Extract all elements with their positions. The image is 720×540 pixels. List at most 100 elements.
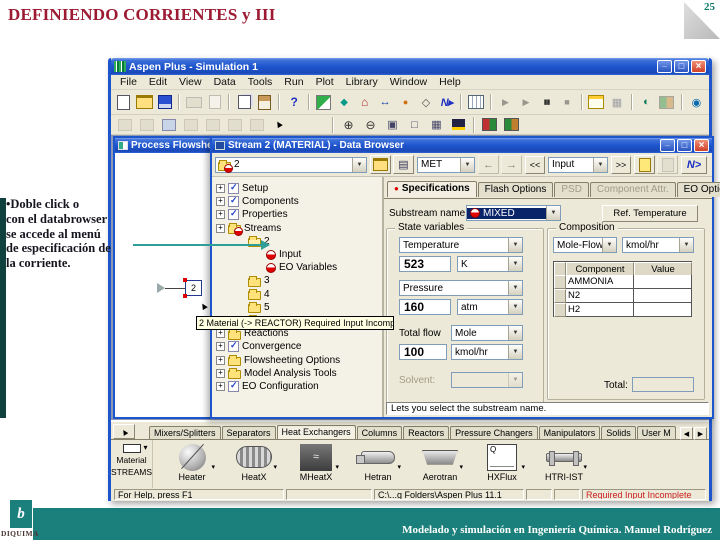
tree-item[interactable]: Components: [212, 195, 382, 208]
form-tab[interactable]: Specifications: [387, 181, 477, 197]
menu-item[interactable]: View: [173, 76, 208, 88]
pressure-combo[interactable]: Pressure: [399, 280, 523, 296]
model-icon[interactable]: ▾: [232, 442, 277, 472]
exchanger-table-icon[interactable]: [448, 115, 469, 134]
menu-item[interactable]: Window: [384, 76, 433, 88]
next-input-icon[interactable]: [437, 93, 456, 112]
chevron-down-icon[interactable]: ▾: [397, 463, 401, 471]
close-icon[interactable]: [694, 139, 709, 152]
units-combo[interactable]: MET: [417, 156, 475, 173]
maximize-icon[interactable]: [674, 60, 689, 73]
back-icon[interactable]: [478, 155, 499, 174]
temperature-unit-combo[interactable]: K: [457, 256, 523, 272]
chevron-down-icon[interactable]: [679, 238, 693, 252]
model-icon[interactable]: ▾: [294, 442, 339, 472]
chevron-down-icon[interactable]: [508, 238, 522, 252]
model-button[interactable]: ▾ Aerotran: [409, 440, 471, 488]
control-panel-icon[interactable]: [587, 93, 606, 112]
chevron-down-icon[interactable]: [352, 157, 366, 172]
separator[interactable]: [332, 116, 334, 133]
tree-item[interactable]: 5: [212, 301, 382, 314]
flow-unit-combo[interactable]: kmol/hr: [451, 344, 523, 360]
hierarchy-icon[interactable]: [202, 115, 223, 134]
stream-analysis-icon[interactable]: [334, 93, 353, 112]
total-flow-input[interactable]: 100: [399, 344, 447, 360]
pressure-input[interactable]: 160: [399, 299, 451, 315]
expand-plus-icon[interactable]: [216, 223, 225, 233]
model-button[interactable]: ▾ Hetran: [347, 440, 409, 488]
main-title-bar[interactable]: Aspen Plus - Simulation 1: [111, 58, 709, 75]
menu-item[interactable]: Edit: [143, 76, 173, 88]
save-icon[interactable]: [155, 93, 174, 112]
select-mode-button[interactable]: [113, 424, 135, 439]
zoom-out-icon[interactable]: [360, 115, 381, 134]
model-library-tab[interactable]: Pressure Changers: [450, 426, 538, 439]
form-tab[interactable]: PSD: [554, 182, 589, 197]
zoom-full-icon[interactable]: [404, 115, 425, 134]
zoom-in-icon[interactable]: [338, 115, 359, 134]
row-header-button[interactable]: [554, 275, 566, 289]
page-grid-icon[interactable]: [426, 115, 447, 134]
model-icon[interactable]: ▾: [542, 442, 587, 472]
property-analysis-icon[interactable]: [355, 93, 374, 112]
close-icon[interactable]: [691, 60, 706, 73]
join-stream-icon[interactable]: [136, 115, 157, 134]
model-button[interactable]: ▾ Heater: [161, 440, 223, 488]
separator[interactable]: [228, 94, 231, 110]
expand-plus-icon[interactable]: [216, 342, 225, 352]
minimize-icon[interactable]: [657, 60, 672, 73]
comments-icon[interactable]: [657, 155, 678, 174]
model-icon[interactable]: ▾: [418, 442, 463, 472]
temperature-input[interactable]: 523: [399, 256, 451, 272]
scroll-right-icon[interactable]: ▶: [694, 427, 707, 440]
data-browser-icon[interactable]: [466, 93, 485, 112]
scroll-left-icon[interactable]: ◀: [680, 427, 693, 440]
chevron-down-icon[interactable]: [508, 257, 522, 271]
separator[interactable]: [473, 116, 475, 133]
chevron-down-icon[interactable]: ▾: [583, 463, 587, 471]
menu-item[interactable]: Library: [340, 76, 384, 88]
reroute-stream-icon[interactable]: [158, 115, 179, 134]
model-button[interactable]: ▾ HTRI-IST: [533, 440, 595, 488]
paste-icon[interactable]: [255, 93, 274, 112]
dynamics-icon[interactable]: [657, 93, 676, 112]
chevron-down-icon[interactable]: ▾: [459, 463, 463, 471]
expand-plus-icon[interactable]: [216, 381, 225, 391]
tree-item[interactable]: Flowsheeting Options: [212, 353, 382, 367]
prev-sheet-button[interactable]: <<: [525, 155, 545, 174]
tree-item[interactable]: 4: [212, 288, 382, 301]
stream-duplicate-icon[interactable]: [375, 93, 394, 112]
expand-plus-icon[interactable]: [216, 329, 225, 339]
chevron-down-icon[interactable]: [508, 345, 522, 359]
tree-item[interactable]: 3: [212, 274, 382, 287]
model-library-tab[interactable]: User M: [636, 426, 676, 439]
expand-plus-icon[interactable]: [216, 197, 225, 207]
tree-view-icon[interactable]: [393, 155, 414, 174]
value-cell[interactable]: [634, 275, 692, 289]
expand-hierarchy-icon[interactable]: [224, 115, 245, 134]
flowsheet-section-icon[interactable]: [246, 115, 267, 134]
temperature-combo[interactable]: Temperature: [399, 237, 523, 253]
separator[interactable]: [680, 94, 683, 110]
minimize-icon[interactable]: [660, 139, 675, 152]
chevron-down-icon[interactable]: [508, 326, 522, 340]
expand-plus-icon[interactable]: [216, 355, 225, 365]
parent-folder-icon[interactable]: [370, 155, 391, 174]
model-icon[interactable]: ▾: [480, 442, 525, 472]
pressure-unit-combo[interactable]: atm: [457, 299, 523, 315]
run-step-icon[interactable]: [496, 93, 515, 112]
model-library-tab[interactable]: Manipulators: [538, 426, 601, 439]
chevron-down-icon[interactable]: [508, 281, 522, 295]
chevron-down-icon[interactable]: [593, 157, 607, 172]
next-sheet-button[interactable]: >>: [611, 155, 631, 174]
component-cell[interactable]: AMMONIA: [566, 275, 634, 289]
separator[interactable]: [489, 94, 492, 110]
component-cell[interactable]: H2: [566, 303, 634, 317]
expand-plus-icon[interactable]: [216, 368, 225, 378]
menu-item[interactable]: Plot: [310, 76, 340, 88]
menu-item[interactable]: Help: [433, 76, 467, 88]
reinitialize-icon[interactable]: [607, 93, 626, 112]
menu-item[interactable]: Run: [278, 76, 309, 88]
chevron-down-icon[interactable]: [460, 157, 474, 172]
tree-item[interactable]: Convergence: [212, 340, 382, 353]
